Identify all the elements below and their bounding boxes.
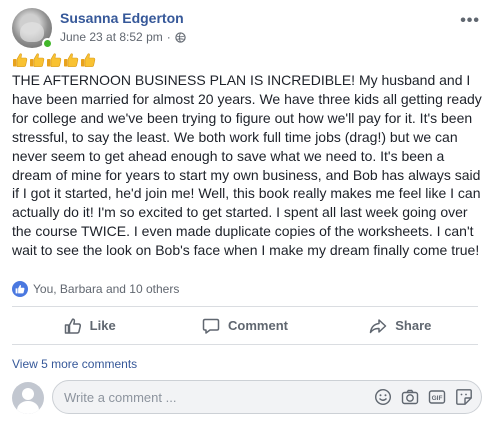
camera-icon[interactable]	[401, 388, 419, 406]
thumbs-up-icon	[30, 53, 45, 67]
view-more-comments-link[interactable]: View 5 more comments	[12, 357, 137, 371]
sticker-icon[interactable]	[455, 388, 473, 406]
comment-input[interactable]	[64, 389, 364, 405]
share-label: Share	[395, 318, 432, 333]
emoji-icon[interactable]	[374, 388, 392, 406]
reactions-text[interactable]: You, Barbara and 10 others	[33, 282, 179, 296]
meta-separator: ·	[166, 30, 171, 44]
post-text: THE AFTERNOON BUSINESS PLAN IS INCREDIBL…	[12, 72, 482, 259]
online-status-indicator	[42, 38, 53, 49]
comment-input-box[interactable]: GIF	[52, 380, 482, 414]
post-meta: June 23 at 8:52 pm ·	[60, 30, 186, 44]
more-options-icon[interactable]: •••	[460, 12, 480, 30]
comment-label: Comment	[228, 318, 288, 333]
author-name[interactable]: Susanna Edgerton	[60, 10, 184, 26]
thumbs-up-outline-icon	[64, 317, 81, 334]
share-icon	[370, 318, 387, 333]
emoji-row	[12, 52, 482, 71]
comment-composer: GIF	[12, 380, 482, 416]
post-actions: Like Comment Share	[12, 307, 478, 344]
comment-button[interactable]: Comment	[167, 307, 322, 344]
svg-text:GIF: GIF	[432, 395, 443, 402]
post-body: THE AFTERNOON BUSINESS PLAN IS INCREDIBL…	[12, 52, 482, 260]
thumbs-up-icon	[81, 53, 96, 67]
globe-icon	[175, 31, 186, 43]
divider	[12, 344, 478, 345]
share-button[interactable]: Share	[323, 307, 478, 344]
like-icon	[12, 281, 28, 297]
comment-icon	[202, 318, 220, 334]
thumbs-up-icon	[13, 53, 28, 67]
comment-tools: GIF	[374, 388, 473, 406]
post-timestamp[interactable]: June 23 at 8:52 pm	[60, 30, 163, 44]
thumbs-up-icon	[47, 53, 62, 67]
post-header: Susanna Edgerton June 23 at 8:52 pm · ••…	[12, 8, 482, 52]
thumbs-up-icon	[64, 53, 79, 67]
like-label: Like	[89, 318, 116, 333]
like-button[interactable]: Like	[12, 307, 167, 344]
user-avatar	[12, 382, 44, 414]
reactions-summary[interactable]: You, Barbara and 10 others	[12, 281, 179, 297]
gif-icon[interactable]: GIF	[428, 388, 446, 406]
